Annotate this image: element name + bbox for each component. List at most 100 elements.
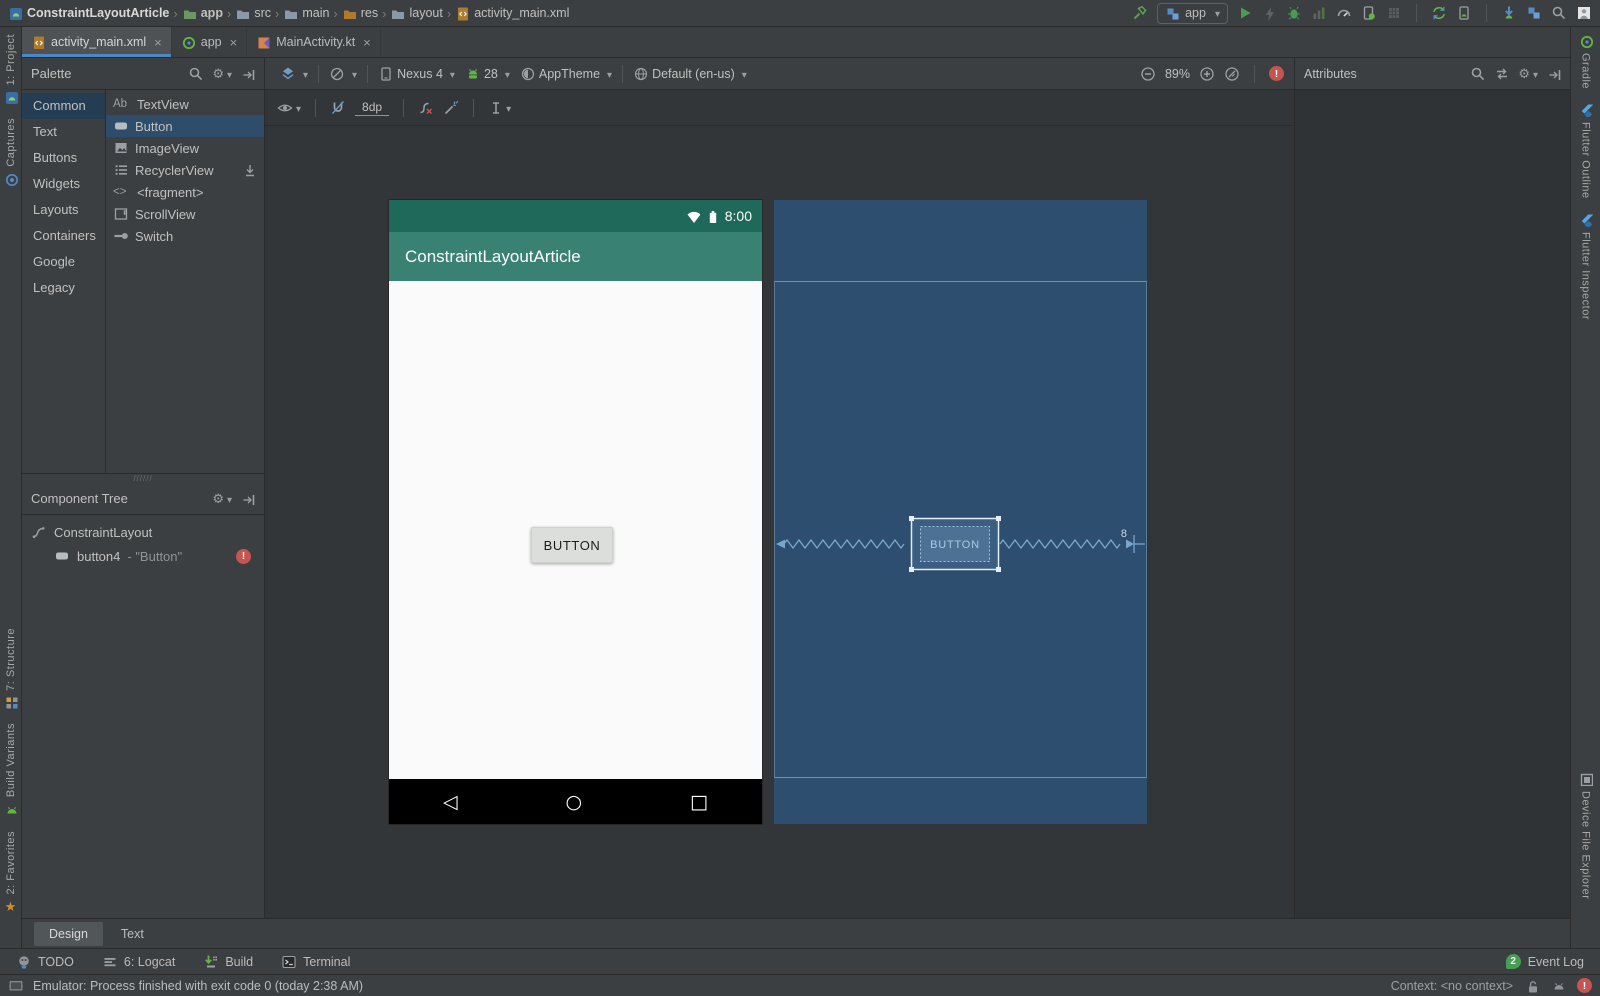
- attach-debugger-button[interactable]: [1361, 5, 1377, 21]
- search-icon[interactable]: [1470, 66, 1485, 81]
- hide-panel-icon[interactable]: [241, 67, 255, 81]
- gear-icon[interactable]: ⚙: [212, 491, 232, 507]
- tool-window-terminal[interactable]: Terminal: [281, 954, 350, 969]
- orientation-select[interactable]: [324, 66, 362, 82]
- gear-icon[interactable]: ⚙: [212, 66, 232, 82]
- palette-item-textview[interactable]: Ab TextView: [106, 93, 264, 115]
- search-everywhere-button[interactable]: [1551, 5, 1567, 21]
- surface-mode-select[interactable]: [275, 66, 313, 82]
- error-badge[interactable]: [236, 548, 251, 564]
- gear-icon[interactable]: ⚙: [1518, 66, 1538, 82]
- zoom-in-icon[interactable]: [1199, 66, 1215, 82]
- profile-button[interactable]: [1311, 5, 1327, 21]
- gradle-sync-button[interactable]: [1431, 5, 1447, 21]
- capture-button[interactable]: [1386, 5, 1402, 21]
- recents-icon[interactable]: □: [690, 791, 708, 813]
- palette-item-button[interactable]: Button: [106, 115, 264, 137]
- autoconnect-toggle[interactable]: [330, 100, 346, 116]
- close-icon[interactable]: [230, 35, 238, 50]
- palette-item-switch[interactable]: Switch: [106, 225, 264, 247]
- palette-category-widgets[interactable]: Widgets: [22, 171, 105, 197]
- tab-text[interactable]: Text: [106, 922, 159, 946]
- download-icon[interactable]: [242, 163, 257, 178]
- breadcrumb-layout[interactable]: layout: [390, 6, 443, 21]
- clear-constraints-button[interactable]: [418, 100, 434, 116]
- run-button[interactable]: [1237, 5, 1253, 21]
- view-options-button[interactable]: [277, 100, 301, 116]
- back-icon[interactable]: ◁: [443, 791, 458, 813]
- layout-inspector-button[interactable]: [1526, 5, 1542, 21]
- tool-window-logcat[interactable]: 6: Logcat: [102, 954, 175, 969]
- tree-item-button4[interactable]: button4- "Button": [22, 544, 264, 568]
- tab-design[interactable]: Design: [34, 921, 103, 946]
- design-view-phone[interactable]: 8:00 ConstraintLayoutArticle BUTTON ◁ ○ …: [389, 200, 762, 824]
- tab-app[interactable]: app: [172, 27, 248, 57]
- tab-mainactivity-kt[interactable]: MainActivity.kt: [247, 27, 381, 57]
- tool-stripe-build-variants[interactable]: Build Variants: [4, 716, 18, 823]
- error-indicator[interactable]: [1577, 978, 1592, 993]
- apply-changes-button[interactable]: [1262, 6, 1277, 21]
- toggle-toolwindows-icon[interactable]: [8, 978, 23, 993]
- resize-handle[interactable]: [909, 516, 914, 521]
- tool-stripe-favorites[interactable]: 2: Favorites ★: [5, 824, 17, 922]
- layout-errors-badge[interactable]: [1269, 66, 1284, 81]
- api-level-select[interactable]: 28: [460, 66, 515, 81]
- home-icon[interactable]: ○: [566, 791, 583, 813]
- hide-panel-icon[interactable]: [1547, 67, 1561, 81]
- tool-stripe-captures[interactable]: Captures: [4, 111, 18, 193]
- resize-handle[interactable]: [996, 567, 1001, 572]
- palette-category-legacy[interactable]: Legacy: [22, 275, 105, 301]
- close-icon[interactable]: [154, 35, 162, 50]
- infer-constraints-button[interactable]: [443, 100, 459, 116]
- constraint-spring-right[interactable]: [999, 538, 1121, 550]
- palette-category-text[interactable]: Text: [22, 119, 105, 145]
- default-margin-select[interactable]: 8dp: [355, 100, 390, 116]
- preview-button[interactable]: BUTTON: [531, 527, 613, 563]
- palette-item-recyclerview[interactable]: RecyclerView: [106, 159, 264, 181]
- locale-select[interactable]: Default (en-us): [628, 66, 752, 81]
- palette-category-layouts[interactable]: Layouts: [22, 197, 105, 223]
- breadcrumb-src[interactable]: src: [235, 6, 271, 21]
- palette-item-imageview[interactable]: ImageView: [106, 137, 264, 159]
- palette-category-common[interactable]: Common: [22, 93, 105, 119]
- tool-stripe-flutter-inspector[interactable]: Flutter Inspector: [1579, 206, 1593, 327]
- tool-stripe-flutter-outline[interactable]: Flutter Outline: [1579, 96, 1593, 206]
- tool-stripe-structure[interactable]: 7: Structure: [4, 621, 18, 717]
- constraint-spring-left[interactable]: [783, 538, 905, 550]
- palette-category-containers[interactable]: Containers: [22, 223, 105, 249]
- resize-handle[interactable]: [909, 567, 914, 572]
- palette-item-fragment[interactable]: <> <fragment>: [106, 181, 264, 203]
- breadcrumb-res[interactable]: res: [342, 6, 378, 21]
- event-log-button[interactable]: 2 Event Log: [1505, 954, 1584, 969]
- android-head-icon[interactable]: [1551, 979, 1565, 993]
- resize-handle[interactable]: [996, 516, 1001, 521]
- tool-stripe-project[interactable]: 1: Project: [4, 27, 18, 111]
- zoom-out-icon[interactable]: [1140, 66, 1156, 82]
- lock-icon[interactable]: [1525, 979, 1539, 993]
- palette-item-scrollview[interactable]: ScrollView: [106, 203, 264, 225]
- profiler-button[interactable]: [1336, 5, 1352, 21]
- tab-activity-main-xml[interactable]: activity_main.xml: [22, 27, 172, 57]
- swap-view-icon[interactable]: [1494, 66, 1509, 81]
- sdk-manager-button[interactable]: [1501, 5, 1517, 21]
- tool-stripe-gradle[interactable]: Gradle: [1579, 27, 1593, 96]
- hide-panel-icon[interactable]: [241, 492, 255, 506]
- avd-manager-button[interactable]: [1456, 5, 1472, 21]
- tool-window-todo[interactable]: TODO: [16, 954, 74, 969]
- tool-window-build[interactable]: Build: [203, 954, 253, 969]
- debug-button[interactable]: [1286, 5, 1302, 21]
- breadcrumb-project[interactable]: ConstraintLayoutArticle: [8, 6, 169, 21]
- close-icon[interactable]: [363, 35, 371, 50]
- palette-category-buttons[interactable]: Buttons: [22, 145, 105, 171]
- search-icon[interactable]: [188, 66, 203, 81]
- pack-align-button[interactable]: [488, 100, 511, 115]
- breadcrumb-app[interactable]: app: [182, 6, 223, 21]
- tree-item-constraintlayout[interactable]: ConstraintLayout: [22, 520, 264, 544]
- palette-category-google[interactable]: Google: [22, 249, 105, 275]
- run-config-select[interactable]: app: [1157, 2, 1228, 24]
- tool-stripe-device-file-explorer[interactable]: Device File Explorer: [1579, 765, 1593, 906]
- build-hammer-button[interactable]: [1132, 5, 1148, 21]
- profile-avatar[interactable]: [1576, 5, 1592, 21]
- panel-splitter[interactable]: [22, 474, 264, 483]
- theme-select[interactable]: AppTheme: [515, 66, 617, 81]
